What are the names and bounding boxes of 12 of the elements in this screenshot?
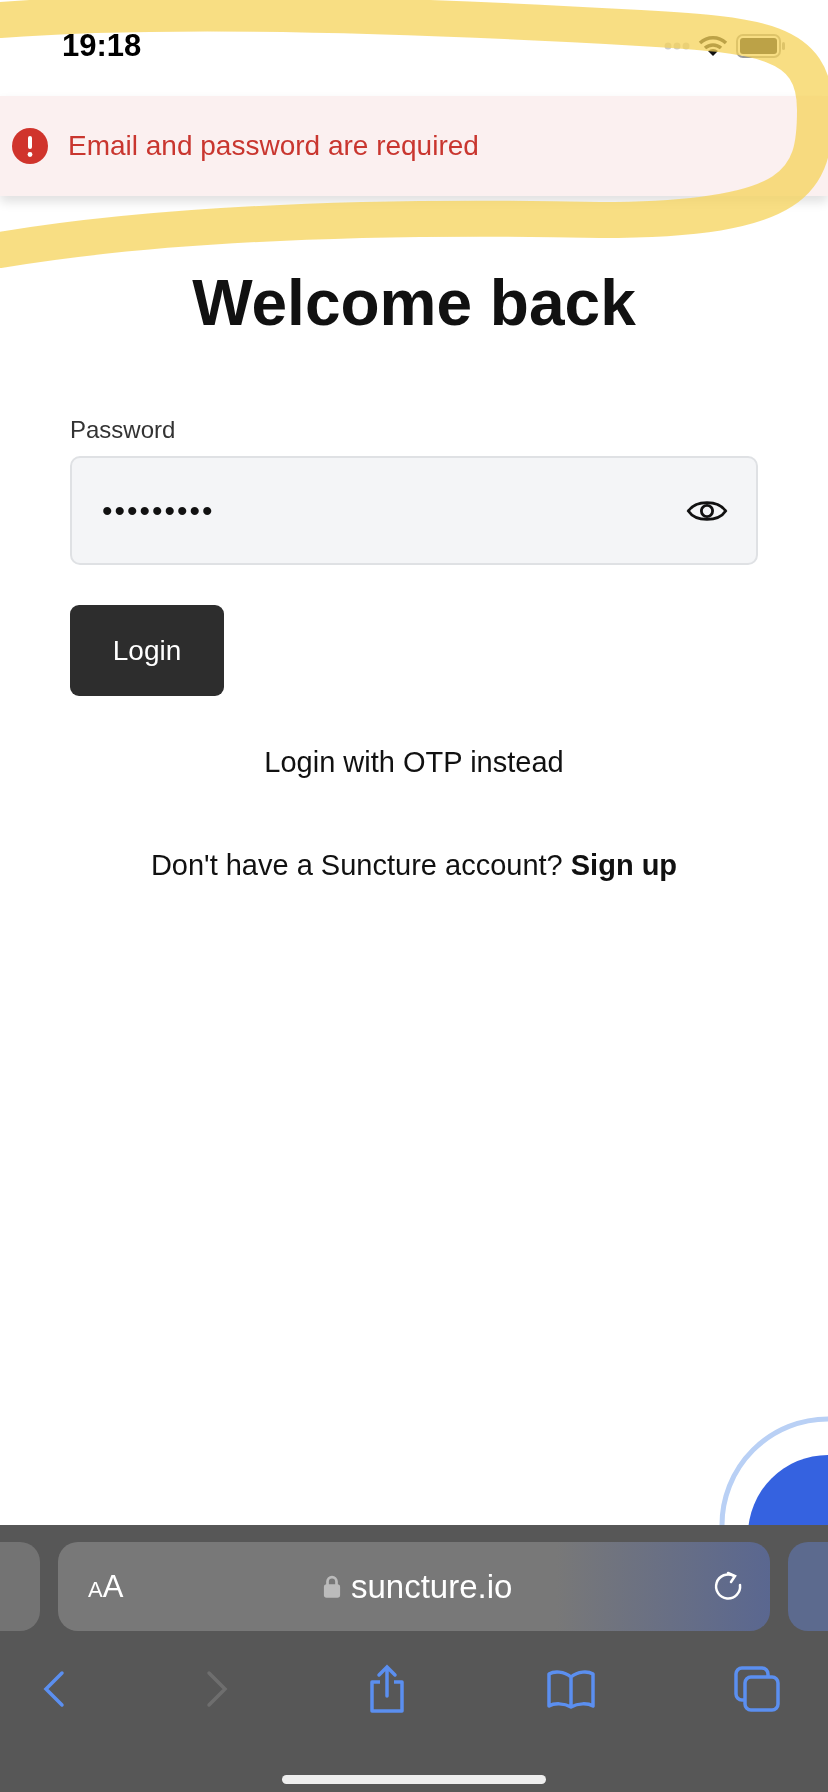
status-time: 19:18 — [62, 28, 142, 64]
url-text: suncture.io — [350, 1567, 513, 1606]
login-button[interactable]: Login — [70, 605, 224, 696]
error-message: Email and password are required — [68, 130, 479, 162]
password-field[interactable]: ••••••••• — [70, 456, 758, 565]
page-heading: Welcome back — [192, 266, 636, 340]
otp-login-link[interactable]: Login with OTP instead — [264, 746, 564, 779]
address-bar[interactable]: AA suncture.io — [58, 1542, 770, 1631]
text-size-button[interactable]: AA — [88, 1568, 124, 1605]
signup-prompt: Don't have a Suncture account? — [150, 849, 563, 881]
signup-link[interactable]: Sign up — [570, 849, 678, 881]
field-label: Password — [70, 416, 176, 444]
